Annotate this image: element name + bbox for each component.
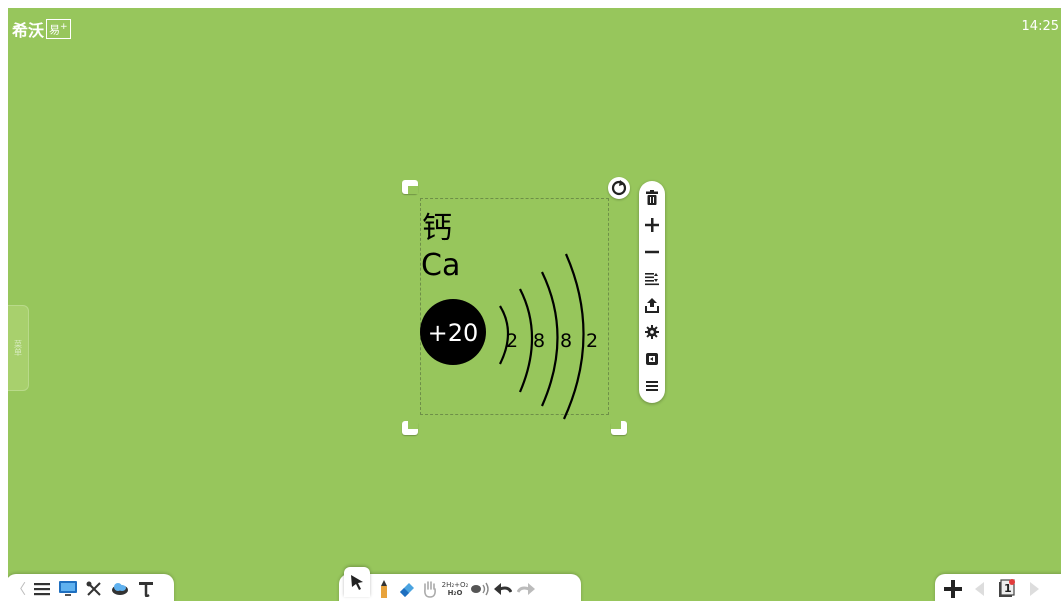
copy-icon bbox=[646, 352, 658, 365]
whiteboard-canvas[interactable]: 希沃 易+ 14:25 菜单 钙 Ca +20 2 8 8 2 〈 2H₂+O₂… bbox=[8, 8, 1061, 601]
logo-plus: + bbox=[60, 22, 68, 33]
bottom-left-toolbar: 〈 bbox=[8, 574, 174, 601]
next-page-button[interactable] bbox=[1025, 578, 1045, 600]
chemistry-button[interactable]: 2H₂+O₂ H₂O bbox=[442, 578, 469, 600]
shell-count-4: 2 bbox=[586, 330, 598, 352]
collapse-arrow-icon[interactable]: 〈 bbox=[12, 579, 26, 599]
pointer-icon bbox=[351, 575, 363, 590]
eraser-icon bbox=[400, 583, 414, 597]
page-number: 1 bbox=[1004, 582, 1012, 595]
sound-icon bbox=[471, 582, 489, 596]
sound-button[interactable] bbox=[470, 578, 490, 600]
layer-order-button[interactable] bbox=[642, 268, 662, 290]
clock: 14:25 bbox=[1021, 19, 1059, 34]
chem-label-top: 2H₂+O₂ bbox=[441, 581, 469, 589]
resize-handle-bottom-left[interactable] bbox=[402, 421, 418, 435]
cloud-icon bbox=[112, 583, 128, 595]
chemistry-icon: 2H₂+O₂ H₂O bbox=[442, 581, 469, 597]
redo-button[interactable] bbox=[516, 578, 536, 600]
rotate-handle[interactable] bbox=[608, 177, 630, 199]
chem-label-bottom: H₂O bbox=[447, 589, 463, 597]
cloud-button[interactable] bbox=[110, 578, 130, 600]
settings-button[interactable] bbox=[642, 321, 662, 343]
menu-icon bbox=[646, 380, 658, 391]
export-button[interactable] bbox=[642, 294, 662, 316]
text-icon bbox=[139, 582, 153, 597]
add-page-button[interactable] bbox=[943, 578, 963, 600]
shell-arc-2 bbox=[518, 288, 534, 393]
delete-button[interactable] bbox=[642, 187, 662, 209]
rotate-icon bbox=[611, 180, 627, 196]
layer-order-icon bbox=[645, 272, 659, 285]
shell-count-2: 8 bbox=[533, 330, 545, 352]
display-button[interactable] bbox=[58, 578, 78, 600]
logo-text: 希沃 bbox=[12, 21, 45, 40]
page-navigation: 1 bbox=[935, 574, 1061, 601]
trash-icon bbox=[646, 190, 658, 206]
resize-handle-top-left[interactable] bbox=[402, 180, 418, 194]
plus-icon bbox=[645, 218, 659, 233]
resize-handle-bottom-right[interactable] bbox=[611, 421, 627, 435]
more-button[interactable] bbox=[642, 375, 662, 397]
eraser-button[interactable] bbox=[397, 578, 417, 600]
prev-page-button[interactable] bbox=[969, 578, 989, 600]
shell-count-3: 8 bbox=[560, 330, 572, 352]
clone-button[interactable] bbox=[642, 348, 662, 370]
add-page-icon bbox=[944, 580, 962, 598]
page-counter[interactable]: 1 bbox=[995, 578, 1019, 600]
select-tool-button[interactable] bbox=[344, 567, 370, 597]
side-panel-tab[interactable]: 菜单 bbox=[8, 305, 29, 391]
zoom-in-button[interactable] bbox=[642, 214, 662, 236]
redo-icon bbox=[517, 583, 535, 595]
zoom-out-button[interactable] bbox=[642, 241, 662, 263]
menu-icon bbox=[34, 583, 50, 596]
bottom-main-toolbar: 2H₂+O₂ H₂O bbox=[339, 574, 581, 601]
main-menu-button[interactable] bbox=[32, 578, 52, 600]
side-tab-label: 菜单 bbox=[13, 340, 23, 356]
display-icon bbox=[59, 581, 77, 596]
pen-button[interactable] bbox=[374, 578, 394, 600]
nucleus-charge: +20 bbox=[428, 319, 479, 347]
hand-icon bbox=[424, 581, 436, 598]
tools-icon bbox=[86, 581, 101, 596]
hand-button[interactable] bbox=[420, 578, 440, 600]
upload-icon bbox=[645, 297, 659, 313]
shell-count-1: 2 bbox=[506, 330, 518, 352]
undo-icon bbox=[494, 583, 512, 595]
object-toolbar bbox=[639, 181, 665, 403]
seewo-logo: 希沃 易+ bbox=[12, 17, 71, 41]
tools-button[interactable] bbox=[84, 578, 104, 600]
next-page-icon bbox=[1030, 582, 1039, 596]
logo-badge-text: 易 bbox=[49, 23, 61, 37]
atom-diagram: +20 2 8 8 2 bbox=[420, 253, 598, 420]
element-name: 钙 bbox=[422, 211, 452, 246]
logo-badge: 易+ bbox=[46, 19, 71, 39]
pen-icon bbox=[381, 580, 387, 598]
undo-button[interactable] bbox=[493, 578, 513, 600]
text-tool-button[interactable] bbox=[136, 578, 156, 600]
minus-icon bbox=[645, 250, 659, 254]
gear-icon bbox=[645, 325, 659, 340]
prev-page-icon bbox=[975, 582, 984, 596]
